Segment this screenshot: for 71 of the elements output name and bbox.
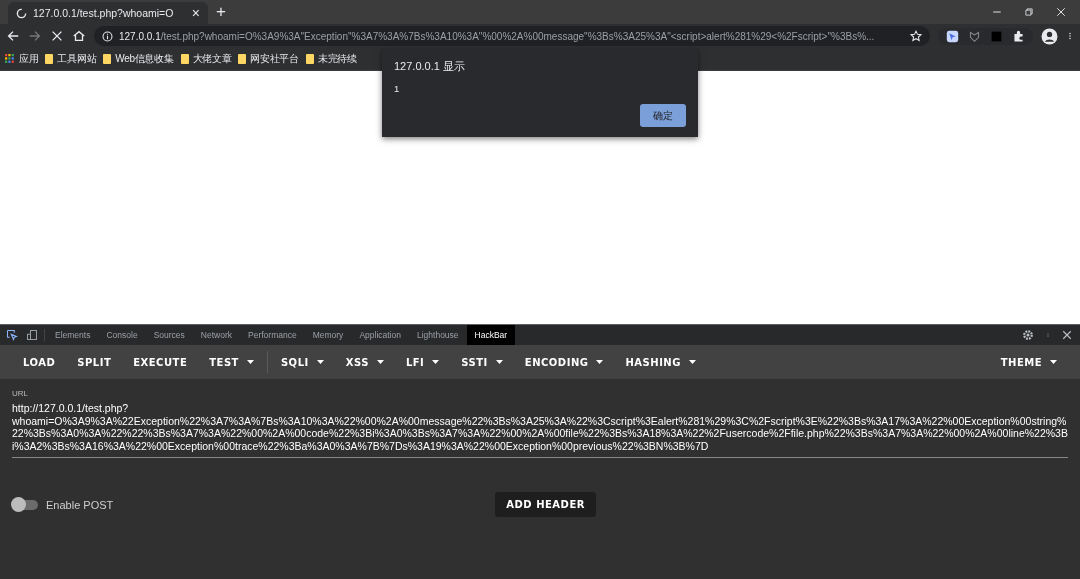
folder-icon — [103, 54, 112, 64]
devtools-tab[interactable]: HackBar — [466, 325, 516, 345]
devtools-tab[interactable]: Network — [192, 325, 240, 345]
caret-icon — [688, 360, 696, 364]
folder-icon — [238, 54, 247, 64]
hackbar-menu-button[interactable]: XSS — [334, 350, 395, 374]
devtools-tab[interactable]: Application — [351, 325, 409, 345]
tab-title: 127.0.0.1/test.php?whoami=O — [33, 7, 175, 19]
caret-icon — [316, 360, 324, 364]
star-icon[interactable] — [910, 30, 922, 42]
caret-icon — [432, 360, 440, 364]
hackbar-menu-button[interactable]: ENCODING — [513, 350, 615, 374]
dialog-title: 127.0.0.1 显示 — [394, 59, 466, 74]
hackbar-menu-button[interactable]: SQLI — [269, 350, 335, 374]
url-path: /test.php?whoami=O%3A9%3A"Exception"%3A7%3A%7Bs%3A10%3A"%00%2A%00message"%3Bs%3A25%3A"<script>alert%281%29<%2Fscript>"%3Bs%... — [160, 30, 876, 42]
address-bar[interactable]: 127.0.0.1/test.php?whoami=O%3A9%3A"Exception"%3A7%3A%7Bs%3A10%3A"%00%2A%00message"%3Bs%3A25%3A"<script>alert%281%29<%2Fscript>"%3Bs%... — [94, 26, 930, 46]
device-toolbar-icon[interactable] — [26, 329, 38, 341]
folder-icon — [45, 54, 54, 64]
devtools-tab[interactable]: Lighthouse — [408, 325, 467, 345]
bookmark[interactable]: 工具网站 — [45, 52, 97, 66]
enable-post-label: Enable POST — [46, 498, 114, 511]
hackbar-menu-button[interactable]: LFI — [394, 350, 451, 374]
devtools-tab[interactable]: Memory — [304, 325, 352, 345]
hackbar-menu-button[interactable]: TEST — [198, 350, 265, 374]
close-tab-button[interactable]: × — [191, 5, 200, 21]
extension-icon[interactable] — [946, 29, 959, 43]
stop-icon[interactable] — [50, 29, 64, 43]
caret-icon — [596, 360, 604, 364]
bookmark[interactable]: 大佬文章 — [180, 52, 232, 66]
devtools-tab[interactable]: Console — [98, 325, 146, 345]
bookmark[interactable]: 应用 — [5, 52, 39, 66]
inspect-icon[interactable] — [6, 329, 18, 341]
devtools-tab[interactable]: Elements — [47, 325, 99, 345]
devtools-tab[interactable]: Sources — [145, 325, 193, 345]
browser-tab[interactable]: 127.0.0.1/test.php?whoami=O × — [8, 2, 208, 24]
forward-icon[interactable] — [28, 29, 42, 43]
puzzle-icon[interactable] — [1012, 29, 1025, 43]
hackbar-menu-button[interactable]: HASHING — [614, 350, 707, 374]
hackbar-menu-button[interactable]: SPLIT — [66, 350, 123, 374]
home-icon[interactable] — [72, 29, 86, 43]
caret-icon — [1050, 360, 1057, 364]
restore-icon[interactable] — [1024, 7, 1034, 17]
hackbar-menu-button[interactable]: EXECUTE — [122, 350, 199, 374]
url-host: 127.0.0.1 — [119, 30, 161, 42]
loading-icon[interactable] — [16, 7, 27, 19]
bookmark[interactable]: 网安社平台 — [238, 52, 299, 66]
profile-icon[interactable] — [1041, 27, 1058, 45]
theme-menu-button[interactable]: THEME — [989, 350, 1068, 374]
info-icon — [102, 30, 113, 42]
shield-icon[interactable] — [968, 29, 981, 43]
settings-icon[interactable] — [1022, 329, 1034, 341]
close-icon[interactable] — [1062, 330, 1072, 340]
caret-icon — [495, 360, 503, 364]
hackbar-menu-button[interactable]: SSTI — [450, 350, 514, 374]
folder-icon — [305, 54, 314, 64]
enable-post-switch[interactable] — [12, 499, 38, 510]
back-icon[interactable] — [6, 29, 20, 43]
ok-button[interactable]: 确定 — [640, 104, 686, 127]
caret-icon — [376, 360, 384, 364]
url-input-field[interactable]: http://127.0.0.1/test.php?whoami=O%3A9%3A%22Exception%22%3A7%3A%7Bs%3A10%3A%22%00%2A%00message%22%3Bs%3A25%3A%22%3Cscript%3Ealert%281%29%3C%2Fscript%3E%22%3Bs%3A17%3A%22%00Exception%00string%22%3Bs%3A0%3A%22%22%3Bs%3A7%3A%22%00%2A%00code%22%3Bi%3A0%3Bs%3A7%3A%22%00%2A%00file%22%3Bs%3A18%3A%22%2Fusercode%2Ffile.php%22%3Bs%3A7%3A%22%00%2A%00line%22%3Bi%3A2%3Bs%3A16%3A%22%00Exception%00trace%22%3Ba%3A0%3A%7B%7Ds%3A19%3A%22%00Exception%00previous%22%3BN%3B%7D — [12, 402, 1068, 458]
folder-icon — [180, 54, 189, 64]
url-label: URL — [12, 389, 29, 398]
caret-icon — [246, 360, 254, 364]
apps-grid-icon — [5, 54, 15, 64]
dialog-message: 1 — [394, 83, 401, 94]
hackbar-menu-button[interactable]: LOAD — [12, 350, 67, 374]
new-tab-button[interactable]: + — [216, 2, 226, 22]
bookmark[interactable]: Web信息收集 — [103, 52, 174, 66]
add-header-button[interactable]: ADD HEADER — [495, 492, 596, 517]
bookmark[interactable]: 未完待续 — [305, 52, 357, 66]
devtools-tab[interactable]: Performance — [240, 325, 305, 345]
